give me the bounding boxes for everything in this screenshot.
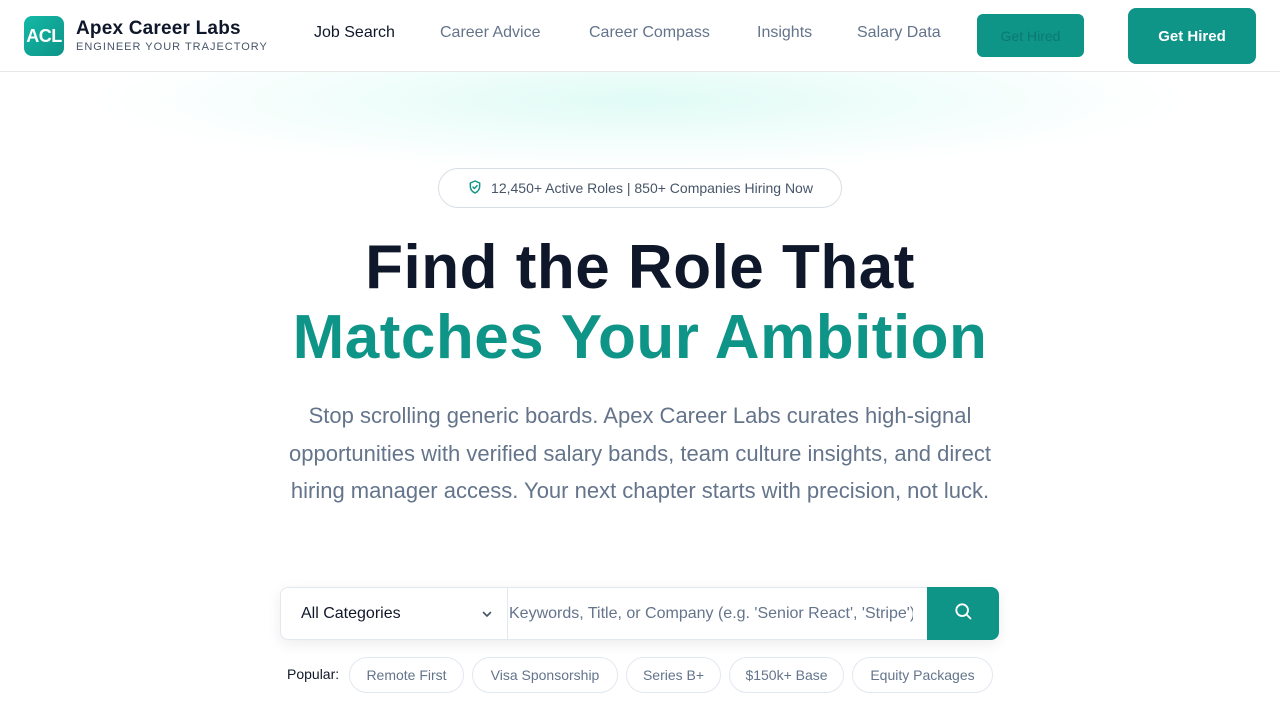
get-hired-ghost-button[interactable]: Get Hired <box>977 14 1084 57</box>
brand-tagline: ENGINEER YOUR TRAJECTORY <box>76 41 268 53</box>
hero-title-line1: Find the Role That <box>365 233 915 302</box>
job-search-bar: All Categories <box>280 587 999 640</box>
top-nav: ACL Apex Career Labs ENGINEER YOUR TRAJE… <box>0 0 1280 72</box>
popular-tag-visa-sponsorship[interactable]: Visa Sponsorship <box>472 657 618 693</box>
nav-career-compass[interactable]: Career Compass <box>589 24 710 42</box>
hero-title-line2: Matches Your Ambition <box>292 303 988 372</box>
search-submit-button[interactable] <box>927 587 999 640</box>
hero-description: Stop scrolling generic boards. Apex Care… <box>289 403 991 503</box>
popular-tag-series-b[interactable]: Series B+ <box>626 657 721 693</box>
nav-insights[interactable]: Insights <box>757 24 812 42</box>
active-roles-badge: 12,450+ Active Roles | 850+ Companies Hi… <box>438 168 842 208</box>
nav-salary-data[interactable]: Salary Data <box>857 24 941 42</box>
get-hired-button[interactable]: Get Hired <box>1128 8 1256 64</box>
shield-check-icon <box>467 179 483 198</box>
popular-tag-remote-first[interactable]: Remote First <box>349 657 464 693</box>
category-select[interactable]: All Categories <box>281 588 508 639</box>
nav-career-advice[interactable]: Career Advice <box>440 24 541 42</box>
brand-name[interactable]: Apex Career Labs <box>76 18 241 40</box>
category-select-value: All Categories <box>301 604 401 622</box>
popular-tag-150k-base[interactable]: $150k+ Base <box>729 657 844 693</box>
logo-mark[interactable]: ACL <box>24 16 64 56</box>
popular-tag-equity-packages[interactable]: Equity Packages <box>852 657 993 693</box>
keyword-search-input[interactable] <box>509 588 927 639</box>
search-icon <box>953 601 973 626</box>
popular-label: Popular: <box>287 666 340 682</box>
badge-text: 12,450+ Active Roles | 850+ Companies Hi… <box>491 180 813 196</box>
chevron-down-icon <box>481 607 493 619</box>
nav-job-search[interactable]: Job Search <box>314 24 395 42</box>
